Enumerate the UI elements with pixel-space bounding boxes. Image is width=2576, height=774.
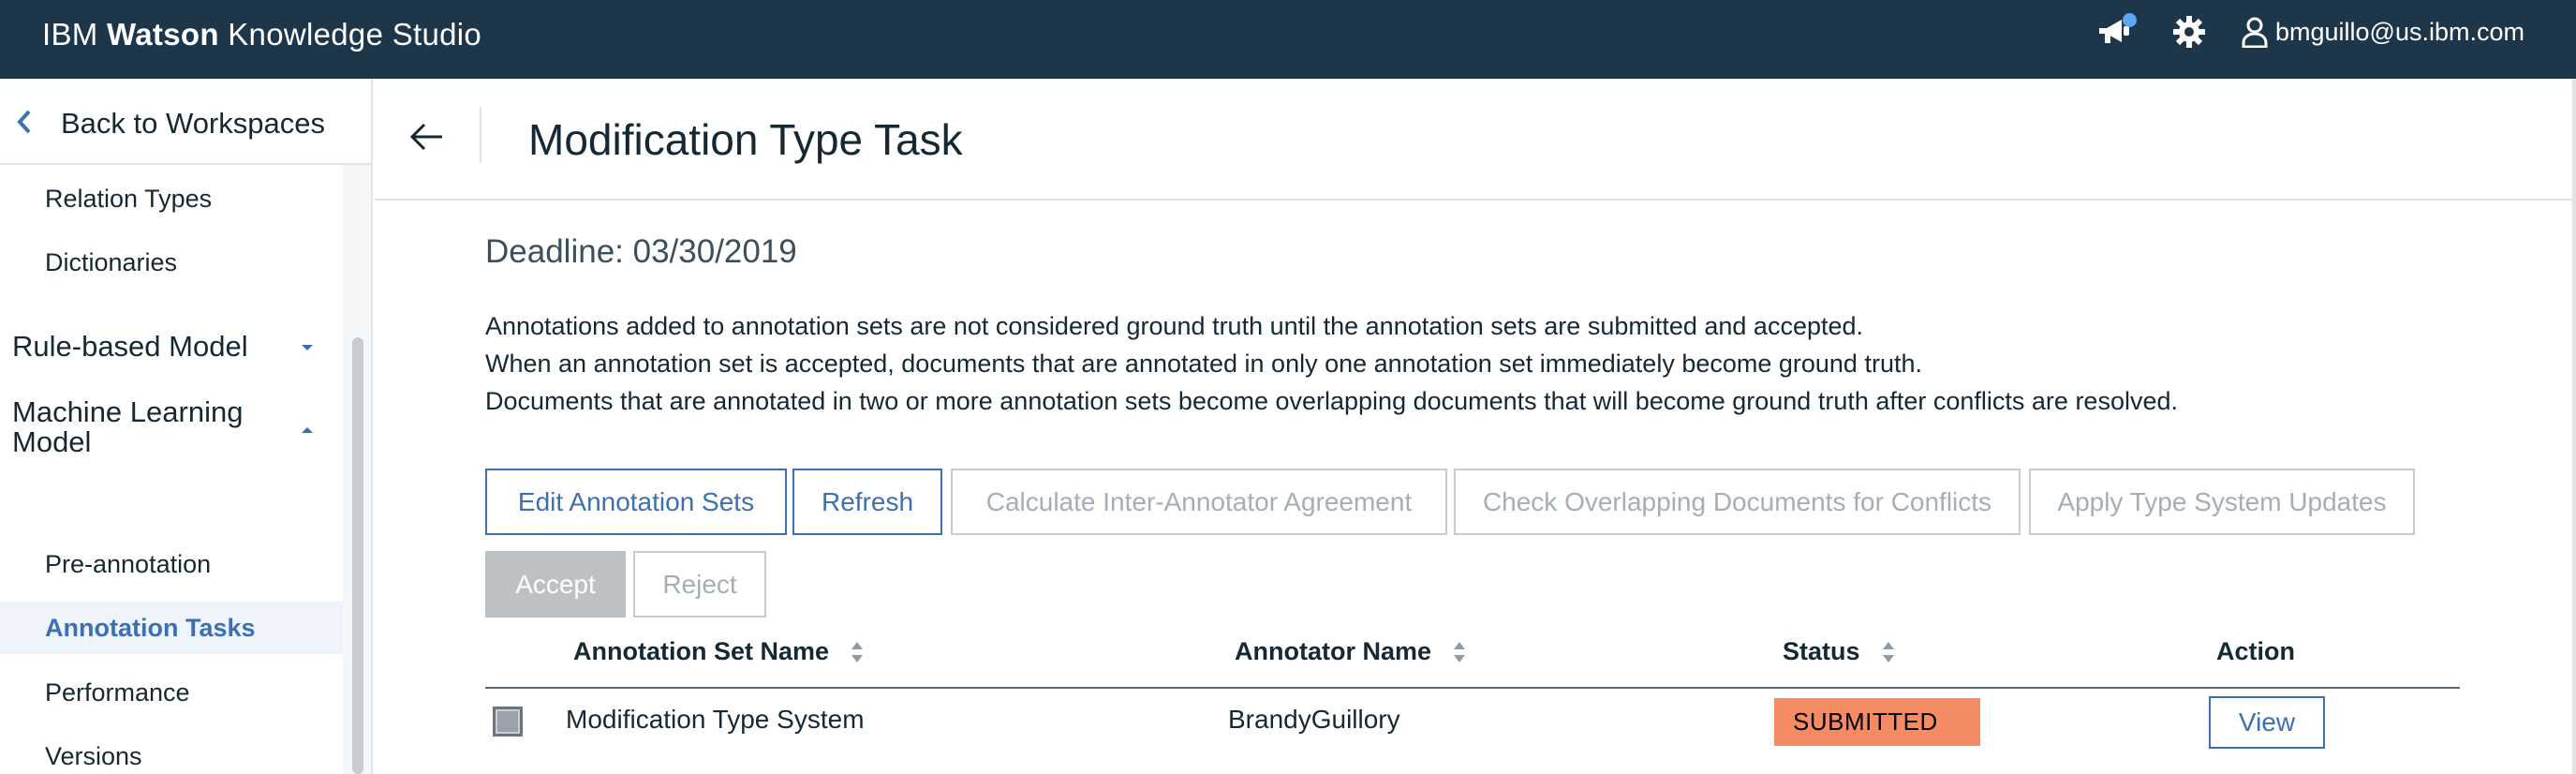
top-icons: bmguillo@us.ibm.com	[2095, 0, 2524, 64]
sidebar-item-versions[interactable]: Versions	[0, 730, 343, 774]
description-line: When an annotation set is accepted, docu…	[485, 350, 1922, 378]
accept-button[interactable]: Accept	[485, 551, 626, 618]
sidebar-group-machine-learning-model[interactable]: Machine Learning Model	[12, 395, 313, 458]
calculate-iaa-button[interactable]: Calculate Inter-Annotator Agreement	[951, 469, 1447, 535]
sidebar-scrollbar[interactable]	[352, 337, 363, 774]
deadline: Deadline: 03/30/2019	[485, 233, 797, 270]
main-content: Modification Type Task Deadline: 03/30/2…	[375, 79, 2576, 774]
description-line: Documents that are annotated in two or m…	[485, 387, 2178, 415]
column-header-label: Action	[2216, 637, 2295, 665]
brand-suffix: Knowledge Studio	[228, 17, 482, 52]
apply-type-system-updates-button[interactable]: Apply Type System Updates	[2029, 469, 2415, 535]
right-edge	[2572, 79, 2576, 774]
status-badge: SUBMITTED	[1774, 698, 1980, 746]
page-header: Modification Type Task	[375, 79, 2576, 201]
sort-icon	[1454, 641, 1466, 662]
page-title: Modification Type Task	[528, 115, 963, 164]
brand-bold: Watson	[107, 17, 219, 52]
user-icon	[2242, 17, 2268, 48]
column-header-status[interactable]: Status	[1783, 637, 1896, 666]
sidebar-item-relation-types[interactable]: Relation Types	[0, 172, 343, 225]
sidebar-group-label: Machine Learning Model	[12, 395, 244, 458]
sidebar-group-label: Rule-based Model	[12, 330, 248, 363]
sort-icon	[851, 641, 864, 662]
gear-icon[interactable]	[2169, 11, 2210, 52]
sidebar-item-annotation-tasks[interactable]: Annotation Tasks	[0, 602, 343, 654]
notification-dot	[2123, 13, 2137, 27]
back-label: Back to Workspaces	[61, 107, 325, 140]
brand-prefix: IBM	[42, 17, 98, 52]
column-header-action: Action	[2216, 637, 2295, 666]
column-header-annotator-name[interactable]: Annotator Name	[1235, 637, 1467, 666]
user-menu[interactable]: bmguillo@us.ibm.com	[2242, 16, 2524, 48]
chevron-down-icon	[302, 345, 313, 350]
sort-icon	[1882, 641, 1894, 662]
cell-annotator-name: BrandyGuillory	[1228, 705, 1400, 734]
reject-button[interactable]: Reject	[633, 551, 766, 618]
column-header-label: Annotator Name	[1235, 637, 1432, 665]
app-title: IBM Watson Knowledge Studio	[42, 0, 481, 69]
column-header-label: Annotation Set Name	[573, 637, 830, 665]
chevron-up-icon	[302, 427, 313, 433]
header-divider	[480, 107, 481, 163]
chevron-left-icon	[17, 110, 31, 134]
sidebar-item-dictionaries[interactable]: Dictionaries	[0, 236, 343, 289]
description-line: Annotations added to annotation sets are…	[485, 312, 1864, 340]
column-header-label: Status	[1783, 637, 1860, 665]
arrow-left-icon[interactable]	[408, 120, 446, 154]
sidebar-item-performance[interactable]: Performance	[0, 666, 343, 719]
edit-annotation-sets-button[interactable]: Edit Annotation Sets	[485, 469, 787, 535]
cell-annotation-set-name: Modification Type System	[566, 705, 865, 734]
sidebar-group-rule-based-model[interactable]: Rule-based Model	[12, 332, 321, 362]
megaphone-icon[interactable]	[2095, 11, 2137, 52]
user-email: bmguillo@us.ibm.com	[2275, 17, 2524, 46]
table-header-divider	[485, 687, 2460, 689]
view-button[interactable]: View	[2209, 696, 2325, 749]
refresh-button[interactable]: Refresh	[792, 469, 942, 535]
top-bar: IBM Watson Knowledge Studio bmguillo@us.…	[0, 0, 2576, 79]
check-overlapping-button[interactable]: Check Overlapping Documents for Conflict…	[1454, 469, 2021, 535]
back-to-workspaces[interactable]: Back to Workspaces	[0, 79, 371, 165]
description: Annotations added to annotation sets are…	[485, 307, 2178, 420]
row-checkbox[interactable]	[493, 707, 523, 737]
column-header-annotation-set-name[interactable]: Annotation Set Name	[573, 637, 865, 666]
sidebar: Back to Workspaces Relation Types Dictio…	[0, 79, 373, 774]
sidebar-item-pre-annotation[interactable]: Pre-annotation	[0, 538, 343, 590]
